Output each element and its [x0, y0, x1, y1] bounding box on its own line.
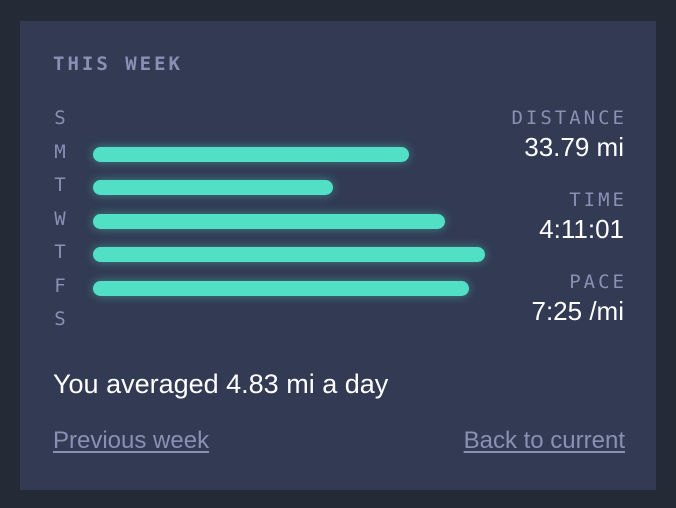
day-letter: T — [54, 241, 66, 263]
day-distance-bar — [93, 213, 445, 229]
distance-label: DISTANCE — [511, 107, 627, 129]
distance-stat: DISTANCE 33.79 mi — [404, 107, 624, 163]
stats-panel: DISTANCE 33.79 mi TIME 4:11:01 PACE 7:25… — [404, 107, 624, 353]
day-letter: S — [54, 107, 66, 129]
day-distance-bar — [93, 146, 409, 162]
day-letter: W — [54, 207, 66, 230]
time-label: TIME — [569, 189, 627, 211]
day-letter: M — [54, 140, 66, 163]
day-letter: F — [54, 274, 66, 297]
day-letter: S — [54, 308, 66, 330]
day-distance-bar — [93, 180, 333, 195]
day-letter: T — [54, 174, 66, 196]
time-value: 4:11:01 — [539, 214, 624, 244]
back-to-current-link[interactable]: Back to current — [464, 426, 625, 456]
average-summary: You averaged 4.83 mi a day — [53, 369, 389, 399]
pace-stat: PACE 7:25 /mi — [404, 271, 627, 327]
time-stat: TIME 4:11:01 — [404, 189, 624, 245]
pace-label: PACE — [569, 271, 627, 293]
previous-week-link[interactable]: Previous week — [53, 426, 209, 456]
weekly-summary-card: THIS WEEK SMTWTFS DISTANCE 33.79 mi TIME… — [20, 21, 656, 490]
distance-value: 33.79 mi — [524, 132, 624, 162]
pace-value: 7:25 /mi — [531, 296, 625, 326]
card-title: THIS WEEK — [53, 53, 183, 75]
